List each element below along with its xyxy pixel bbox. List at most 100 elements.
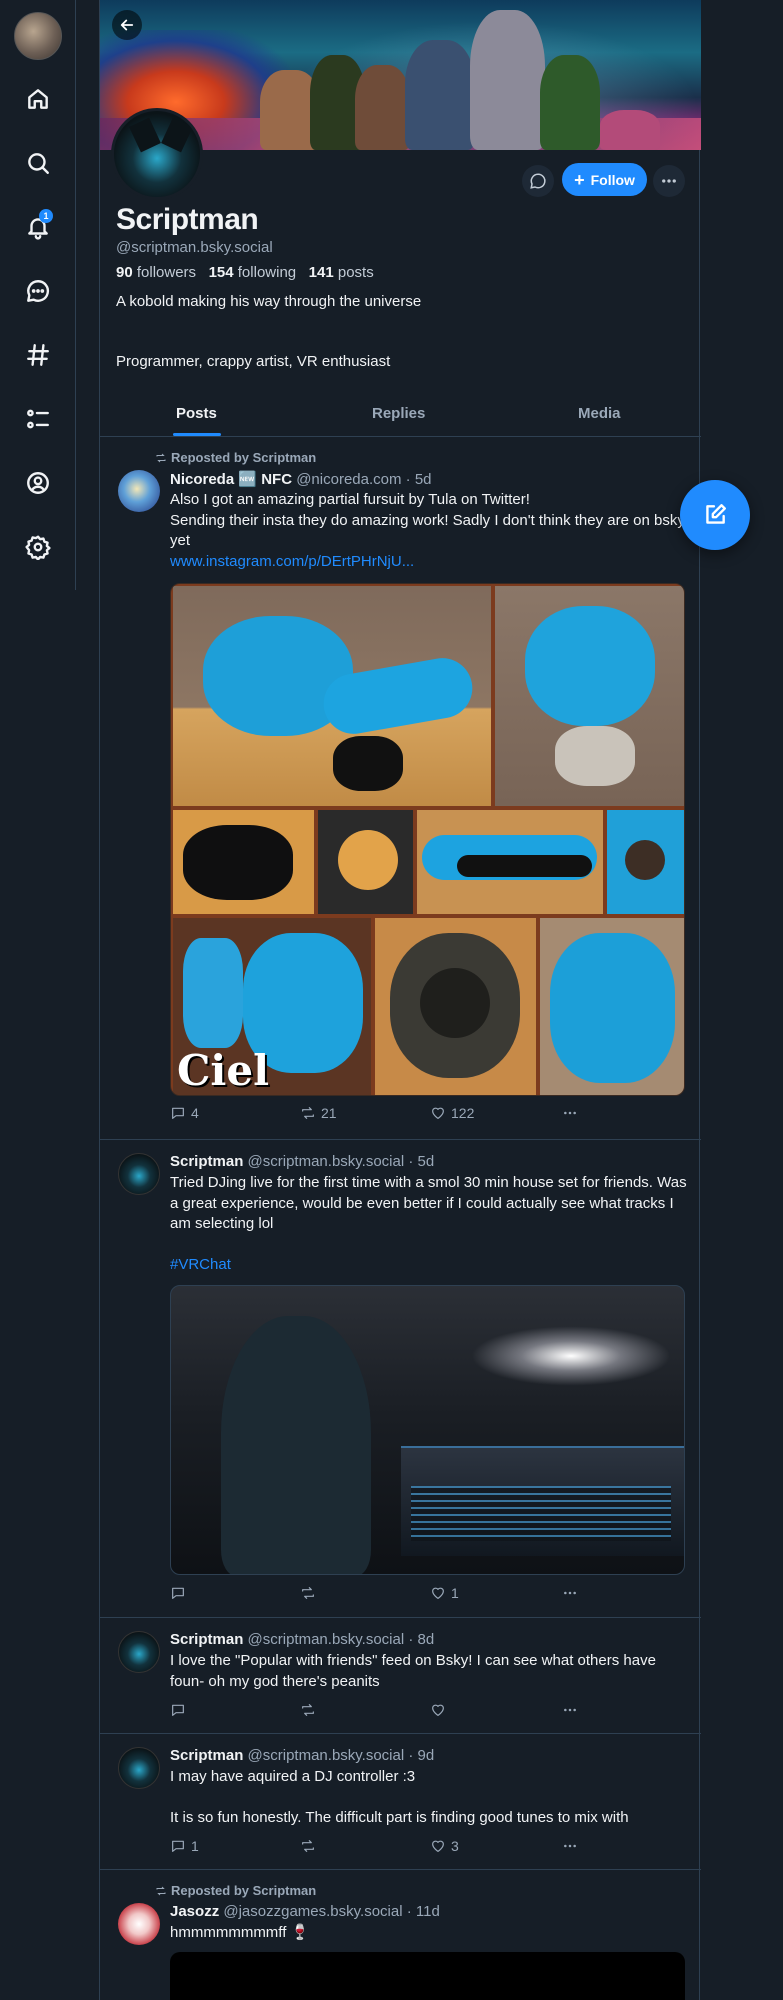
post-more-button[interactable] [562, 1838, 578, 1854]
like-button[interactable]: 1 [430, 1585, 459, 1601]
current-user-avatar[interactable] [14, 12, 62, 60]
post-text: I love the "Popular with friends" feed o… [170, 1652, 656, 1690]
arrow-left-icon [120, 19, 134, 31]
back-button[interactable] [112, 10, 142, 40]
post-text: I may have aquired a DJ controller :3 [170, 1768, 416, 1785]
reply-button[interactable] [170, 1702, 191, 1718]
ellipsis-icon [564, 1591, 576, 1595]
tab-replies[interactable]: Replies [372, 405, 425, 422]
like-button[interactable]: 3 [430, 1838, 459, 1854]
reply-button[interactable]: 1 [170, 1838, 199, 1854]
follow-button[interactable]: + Follow [562, 163, 647, 196]
post-timestamp[interactable]: · 5d [408, 1153, 434, 1170]
repost-button[interactable] [300, 1585, 321, 1601]
ellipsis-icon [564, 1111, 576, 1115]
post-header: Scriptman @scriptman.bsky.social · 8d [170, 1631, 434, 1648]
search-nav-button[interactable] [18, 143, 58, 183]
reply-icon [172, 1704, 184, 1716]
compose-post-button[interactable] [680, 480, 750, 550]
feeds-nav-button[interactable] [18, 335, 58, 375]
like-button[interactable]: 122 [430, 1105, 474, 1121]
post-image[interactable] [170, 1952, 685, 2000]
follow-label: Follow [590, 171, 635, 188]
post-more-button[interactable] [562, 1105, 578, 1121]
post-image[interactable] [170, 1285, 685, 1575]
profile-bio-line2: Programmer, crappy artist, VR enthusiast [116, 353, 391, 370]
feed-post[interactable]: Reposted by Scriptman Jasozz @jasozzgame… [100, 1870, 701, 2000]
chat-icon [27, 280, 50, 302]
post-author-name[interactable]: Scriptman [170, 1747, 243, 1764]
gear-icon [25, 535, 51, 560]
notifications-nav-button[interactable]: 1 [18, 207, 58, 247]
post-timestamp[interactable]: · 8d [408, 1631, 434, 1648]
post-link[interactable]: www.instagram.com/p/DErtPHrNjU... [170, 552, 690, 573]
left-nav: 1 [0, 0, 76, 590]
repost-icon [156, 453, 166, 462]
repost-icon [302, 1587, 314, 1599]
profile-more-button[interactable] [653, 165, 685, 197]
repost-button[interactable] [300, 1838, 321, 1854]
reply-button[interactable]: 4 [170, 1105, 199, 1121]
post-author-handle[interactable]: @nicoreda.com [296, 471, 401, 488]
post-header: Jasozz @jasozzgames.bsky.social · 11d [170, 1903, 440, 1920]
following-link[interactable]: 154 following [209, 264, 297, 281]
post-author-avatar[interactable] [118, 1153, 160, 1195]
feed-post[interactable]: Reposted by Scriptman Nicoreda 🆕 NFC @ni… [100, 437, 701, 1140]
chat-nav-button[interactable] [18, 271, 58, 311]
heart-icon [432, 1587, 444, 1599]
post-author-name[interactable]: Scriptman [170, 1631, 243, 1648]
post-author-handle[interactable]: @scriptman.bsky.social [248, 1153, 405, 1170]
ellipsis-icon [564, 1844, 576, 1848]
post-author-handle[interactable]: @scriptman.bsky.social [248, 1631, 405, 1648]
post-author-avatar[interactable] [118, 1903, 160, 1945]
post-timestamp[interactable]: · 5d [406, 471, 432, 488]
repost-button[interactable]: 21 [300, 1105, 337, 1121]
tab-posts[interactable]: Posts [176, 405, 217, 422]
profile-handle: @scriptman.bsky.social [116, 239, 273, 256]
post-more-button[interactable] [562, 1585, 578, 1601]
feed-post[interactable]: Scriptman @scriptman.bsky.social · 9d I … [100, 1734, 701, 1870]
post-text: hmmmmmmmmff 🍷 [170, 1924, 310, 1941]
feed-post[interactable]: Scriptman @scriptman.bsky.social · 8d I … [100, 1618, 701, 1734]
post-image-collage[interactable]: Ciel [170, 583, 685, 1096]
home-nav-button[interactable] [18, 79, 58, 119]
lists-nav-button[interactable] [18, 399, 58, 439]
post-author-name[interactable]: Nicoreda 🆕 NFC [170, 471, 292, 488]
post-more-button[interactable] [562, 1702, 578, 1718]
profile-avatar[interactable] [111, 108, 203, 200]
reply-button[interactable] [170, 1585, 191, 1601]
reply-icon [172, 1587, 184, 1599]
post-header: Scriptman @scriptman.bsky.social · 9d [170, 1747, 434, 1764]
repost-button[interactable] [300, 1702, 321, 1718]
settings-nav-button[interactable] [18, 527, 58, 567]
hashtag-icon [27, 344, 49, 366]
post-text: Also I got an amazing partial fursuit by… [170, 491, 685, 549]
post-author-name[interactable]: Scriptman [170, 1153, 243, 1170]
plus-icon: + [574, 169, 585, 190]
feed-post[interactable]: Scriptman @scriptman.bsky.social · 5d Tr… [100, 1140, 701, 1618]
profile-display-name: Scriptman [116, 203, 259, 236]
chat-icon [530, 173, 546, 189]
like-button[interactable] [430, 1702, 451, 1718]
post-text: Tried DJing live for the first time with… [170, 1174, 687, 1232]
repost-indicator: Reposted by Scriptman [155, 1883, 316, 1898]
post-author-avatar[interactable] [118, 1747, 160, 1789]
post-author-avatar[interactable] [118, 1631, 160, 1673]
profile-nav-button[interactable] [18, 463, 58, 503]
post-author-avatar[interactable] [118, 470, 160, 512]
active-tab-indicator [173, 433, 221, 436]
message-button[interactable] [522, 165, 554, 197]
post-author-handle[interactable]: @jasozzgames.bsky.social [223, 1903, 402, 1920]
collage-ciel-label: Ciel [177, 1046, 270, 1095]
post-author-handle[interactable]: @scriptman.bsky.social [248, 1747, 405, 1764]
heart-icon [432, 1107, 444, 1119]
tab-media[interactable]: Media [578, 405, 621, 422]
followers-link[interactable]: 90 followers [116, 264, 196, 281]
repost-icon [302, 1704, 314, 1716]
post-timestamp[interactable]: · 11d [407, 1903, 440, 1920]
post-text-line2: It is so fun honestly. The difficult par… [170, 1809, 629, 1826]
profile-column: + Follow Scriptman @scriptman.bsky.socia… [99, 0, 701, 2000]
post-timestamp[interactable]: · 9d [408, 1747, 434, 1764]
post-hashtag[interactable]: #VRChat [170, 1255, 690, 1276]
post-author-name[interactable]: Jasozz [170, 1903, 219, 1920]
